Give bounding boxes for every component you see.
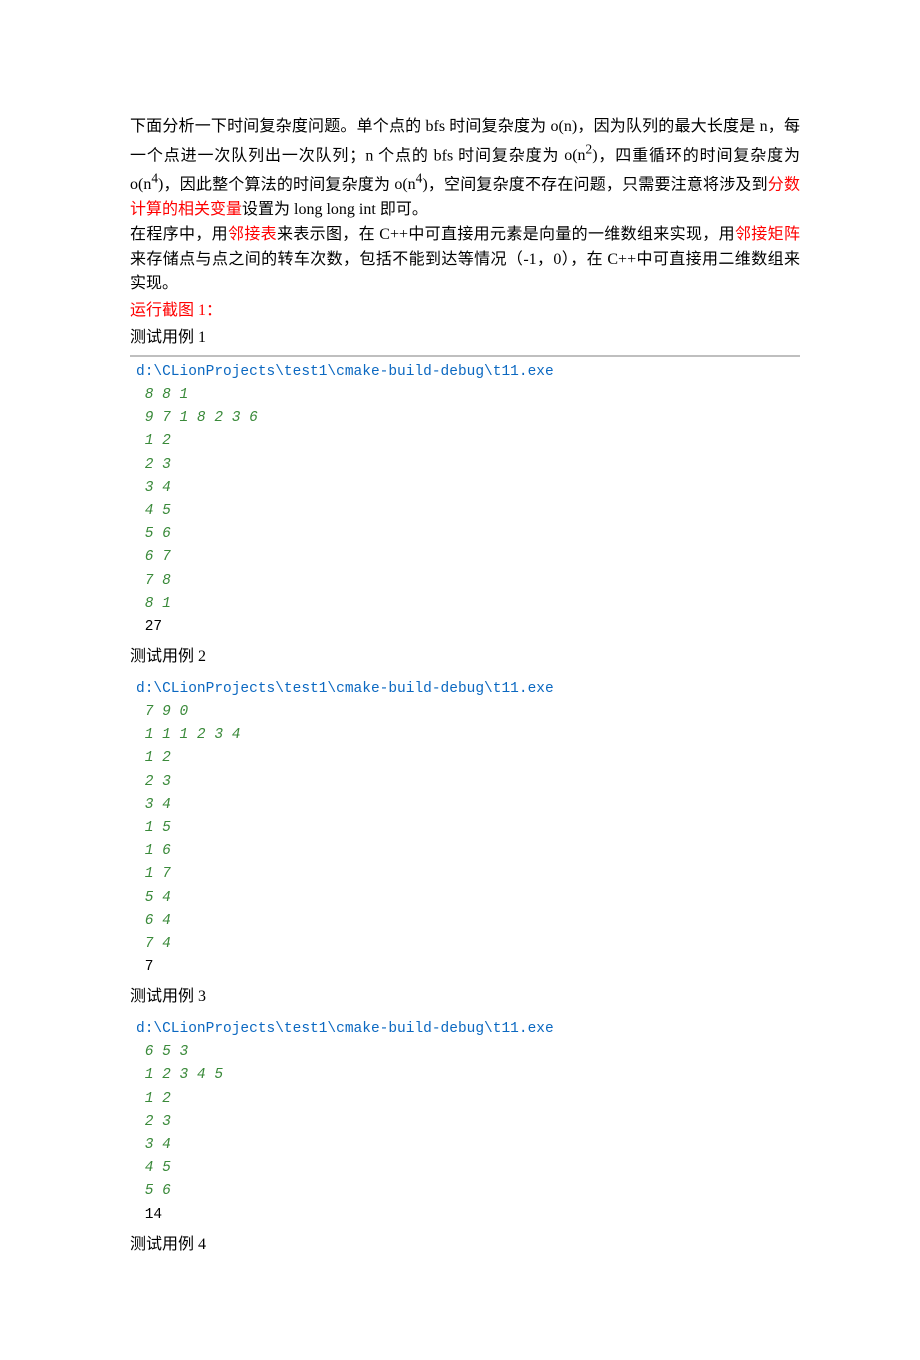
text-highlight: 邻接矩阵 — [735, 226, 800, 243]
document-page: 下面分析一下时间复杂度问题。单个点的 bfs 时间复杂度为 o(n)，因为队列的… — [0, 0, 920, 1360]
text-latin: n — [760, 118, 768, 135]
paragraph-datastruct: 在程序中，用邻接表来表示图，在 C++中可直接用元素是向量的一维数组来实现，用邻… — [130, 223, 800, 297]
text: 下面分析一下时间复杂度问题。单个点的 — [130, 118, 426, 135]
testcase-1-label: 测试用例 1 — [130, 326, 800, 351]
text-latin: bfs — [434, 147, 454, 164]
text: 时间复杂度为 — [445, 118, 550, 135]
program-output: 7 — [136, 959, 153, 975]
text-latin: bfs — [426, 118, 446, 135]
text: 来存储点与点之间的转车次数，包括不能到达等情况（ — [130, 251, 523, 268]
text: 来表示图，在 — [277, 226, 379, 243]
text: ， — [537, 251, 554, 268]
text: 设置为 — [242, 201, 294, 218]
paragraph-complexity: 下面分析一下时间复杂度问题。单个点的 bfs 时间复杂度为 o(n)，因为队列的… — [130, 115, 800, 223]
text: ，因此整个算法的时间复杂度为 — [163, 176, 394, 193]
text-latin: long long int — [294, 201, 376, 218]
text-highlight: 邻接表 — [228, 226, 277, 243]
text-latin: -1 — [523, 251, 536, 268]
exe-path: d:\CLionProjects\test1\cmake-build-debug… — [136, 364, 554, 380]
program-input: 8 8 1 9 7 1 8 2 3 6 1 2 2 3 3 4 4 5 5 6 … — [136, 387, 258, 612]
testcase-3-label: 测试用例 3 — [130, 985, 800, 1010]
text: ，因为队列的最大长度是 — [577, 118, 759, 135]
text-latin: C++ — [379, 226, 408, 243]
text-latin: C++ — [607, 251, 636, 268]
screenshot-caption: 运行截图 1： — [130, 299, 800, 324]
text: 个点的 — [373, 147, 433, 164]
exe-path: d:\CLionProjects\test1\cmake-build-debug… — [136, 681, 554, 697]
text: 时间复杂度为 — [453, 147, 564, 164]
text: ，空间复杂度不存在问题，只需要注意将涉及到 — [428, 176, 768, 193]
code-block-3: d:\CLionProjects\test1\cmake-build-debug… — [130, 1014, 800, 1229]
text-latin: o(n4) — [394, 176, 427, 193]
program-input: 7 9 0 1 1 1 2 3 4 1 2 2 3 3 4 1 5 1 6 1 … — [136, 704, 240, 952]
text: ），在 — [561, 251, 607, 268]
program-output: 14 — [136, 1207, 162, 1223]
text: ，四重循环的时间复杂度为 — [598, 147, 800, 164]
text: 即可。 — [376, 201, 428, 218]
program-output: 27 — [136, 619, 162, 635]
exe-path: d:\CLionProjects\test1\cmake-build-debug… — [136, 1021, 554, 1037]
text-latin: o(n) — [551, 118, 578, 135]
testcase-2-label: 测试用例 2 — [130, 645, 800, 670]
text-latin: o(n4) — [130, 176, 163, 193]
caption-text: 运行截图 1： — [130, 302, 222, 319]
text-latin: o(n2) — [564, 147, 597, 164]
program-input: 6 5 3 1 2 3 4 5 1 2 2 3 3 4 4 5 5 6 — [136, 1044, 223, 1199]
code-block-1: d:\CLionProjects\test1\cmake-build-debug… — [130, 355, 800, 641]
text: 在程序中，用 — [130, 226, 228, 243]
text: 中可直接用元素是向量的一维数组来实现，用 — [408, 226, 735, 243]
code-block-2: d:\CLionProjects\test1\cmake-build-debug… — [130, 674, 800, 981]
testcase-4-label: 测试用例 4 — [130, 1233, 800, 1258]
